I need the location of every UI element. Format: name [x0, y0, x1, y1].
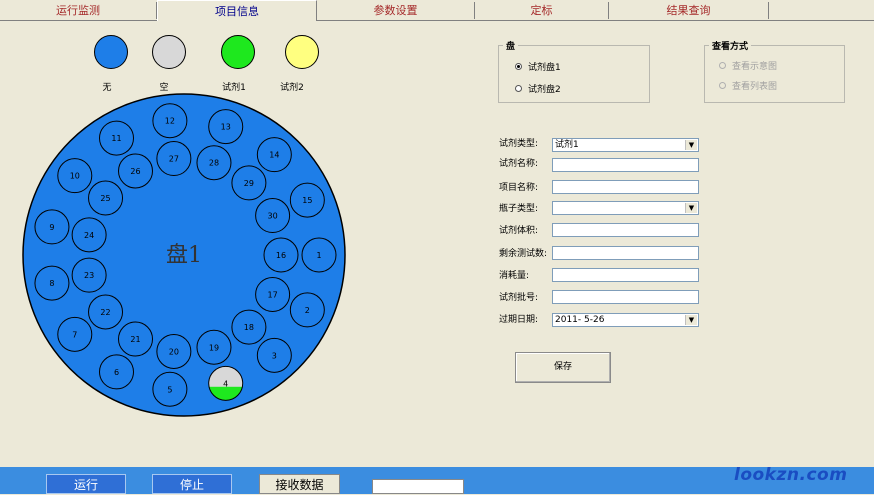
view-list-radio-dot[interactable] [719, 82, 726, 89]
stop-button[interactable]: 停止 [152, 474, 232, 494]
reagent-type-dropdown-icon[interactable]: ▼ [685, 140, 697, 150]
disk-position-26-label: 26 [130, 167, 140, 176]
reagent-volume-label: 试剂体积: [499, 226, 539, 236]
reagent-name-label: 试剂名称: [499, 159, 539, 169]
bottom-status-field[interactable] [372, 479, 464, 494]
reagent-name-input[interactable] [552, 158, 699, 172]
view-diagram-radio-label: 查看示意图 [732, 62, 778, 72]
expiry-date-dropdown-icon[interactable]: ▼ [685, 315, 697, 325]
plate1-radio-label: 试剂盘1 [528, 63, 561, 73]
plate-group: 盘 试剂盘1 试剂盘2 [498, 39, 650, 103]
disk-position-1-label: 1 [316, 251, 321, 260]
disk-position-16-label: 16 [276, 251, 286, 260]
remaining-tests-input[interactable] [552, 246, 699, 260]
disk-position-13-label: 13 [221, 123, 231, 132]
disk-position-2-label: 2 [305, 306, 310, 315]
disk-position-17-label: 17 [268, 290, 278, 299]
expiry-date-picker[interactable]: 2011- 5-26 ▼ [552, 313, 699, 327]
disk-position-22-label: 22 [100, 308, 110, 317]
plate2-radio-label: 试剂盘2 [528, 85, 561, 95]
disk-position-3-label: 3 [272, 351, 277, 360]
batch-number-input[interactable] [552, 290, 699, 304]
reagent-type-select[interactable]: 试剂1 ▼ [552, 138, 699, 152]
disk-position-4[interactable]: 4 [208, 365, 244, 401]
item-name-label: 项目名称: [499, 183, 539, 193]
reagent-volume-input[interactable] [552, 223, 699, 237]
receive-data-button[interactable]: 接收数据 [259, 474, 340, 494]
run-button[interactable]: 运行 [46, 474, 126, 494]
disk-position-5-label: 5 [167, 385, 172, 394]
disk-position-24-label: 24 [84, 231, 94, 240]
disk-position-25-label: 25 [100, 194, 110, 203]
disk-position-19-label: 19 [209, 343, 219, 352]
disk-position-4-label: 4 [223, 379, 228, 388]
disk-position-27-label: 27 [169, 155, 179, 164]
view-mode-group: 查看方式 查看示意图 查看列表图 [704, 39, 845, 103]
plate-group-title: 盘 [503, 39, 519, 52]
disk-position-10-label: 10 [70, 172, 80, 181]
watermark: lookzn.com [734, 465, 848, 485]
consumption-input[interactable] [552, 268, 699, 282]
disk-position-11-label: 11 [111, 134, 121, 143]
disk-title: 盘1 [166, 243, 202, 268]
disk-position-15-label: 15 [302, 196, 312, 205]
disk-position-12-label: 12 [165, 117, 175, 126]
disk-position-29-label: 29 [244, 179, 254, 188]
disk-position-6-label: 6 [114, 368, 119, 377]
disk-position-7-label: 7 [72, 330, 77, 339]
batch-number-label: 试剂批号: [499, 293, 539, 303]
disk-position-30-label: 30 [268, 212, 278, 221]
item-name-input[interactable] [552, 180, 699, 194]
disk-position-18-label: 18 [244, 323, 254, 332]
reagent-type-label: 试剂类型: [499, 139, 539, 149]
disk-position-20-label: 20 [169, 347, 179, 356]
view-diagram-radio-dot[interactable] [719, 62, 726, 69]
bottle-type-label: 瓶子类型: [499, 204, 539, 214]
disk-position-8-label: 8 [49, 279, 54, 288]
disk-position-23-label: 23 [84, 271, 94, 280]
plate2-radio-dot[interactable] [515, 85, 522, 92]
remaining-tests-label: 剩余测试数: [499, 249, 548, 259]
plate1-radio[interactable]: 试剂盘1 [515, 60, 561, 73]
view-diagram-radio[interactable]: 查看示意图 [719, 59, 777, 72]
bottle-type-select[interactable]: ▼ [552, 201, 699, 215]
expiry-date-label: 过期日期: [499, 315, 539, 325]
plate1-radio-dot[interactable] [515, 63, 522, 70]
expiry-date-value: 2011- 5-26 [555, 315, 605, 325]
bottle-type-dropdown-icon[interactable]: ▼ [685, 203, 697, 213]
view-list-radio[interactable]: 查看列表图 [719, 79, 777, 92]
disk-position-14-label: 14 [269, 151, 279, 160]
reagent-type-value: 试剂1 [555, 140, 579, 150]
save-button[interactable]: 保存 [515, 352, 611, 383]
disk-position-9-label: 9 [49, 223, 54, 232]
disk-position-21-label: 21 [130, 335, 140, 344]
view-list-radio-label: 查看列表图 [732, 82, 778, 92]
consumption-label: 消耗量: [499, 271, 530, 281]
view-mode-group-title: 查看方式 [709, 39, 752, 52]
disk-position-28-label: 28 [209, 159, 219, 168]
plate2-radio[interactable]: 试剂盘2 [515, 82, 561, 95]
